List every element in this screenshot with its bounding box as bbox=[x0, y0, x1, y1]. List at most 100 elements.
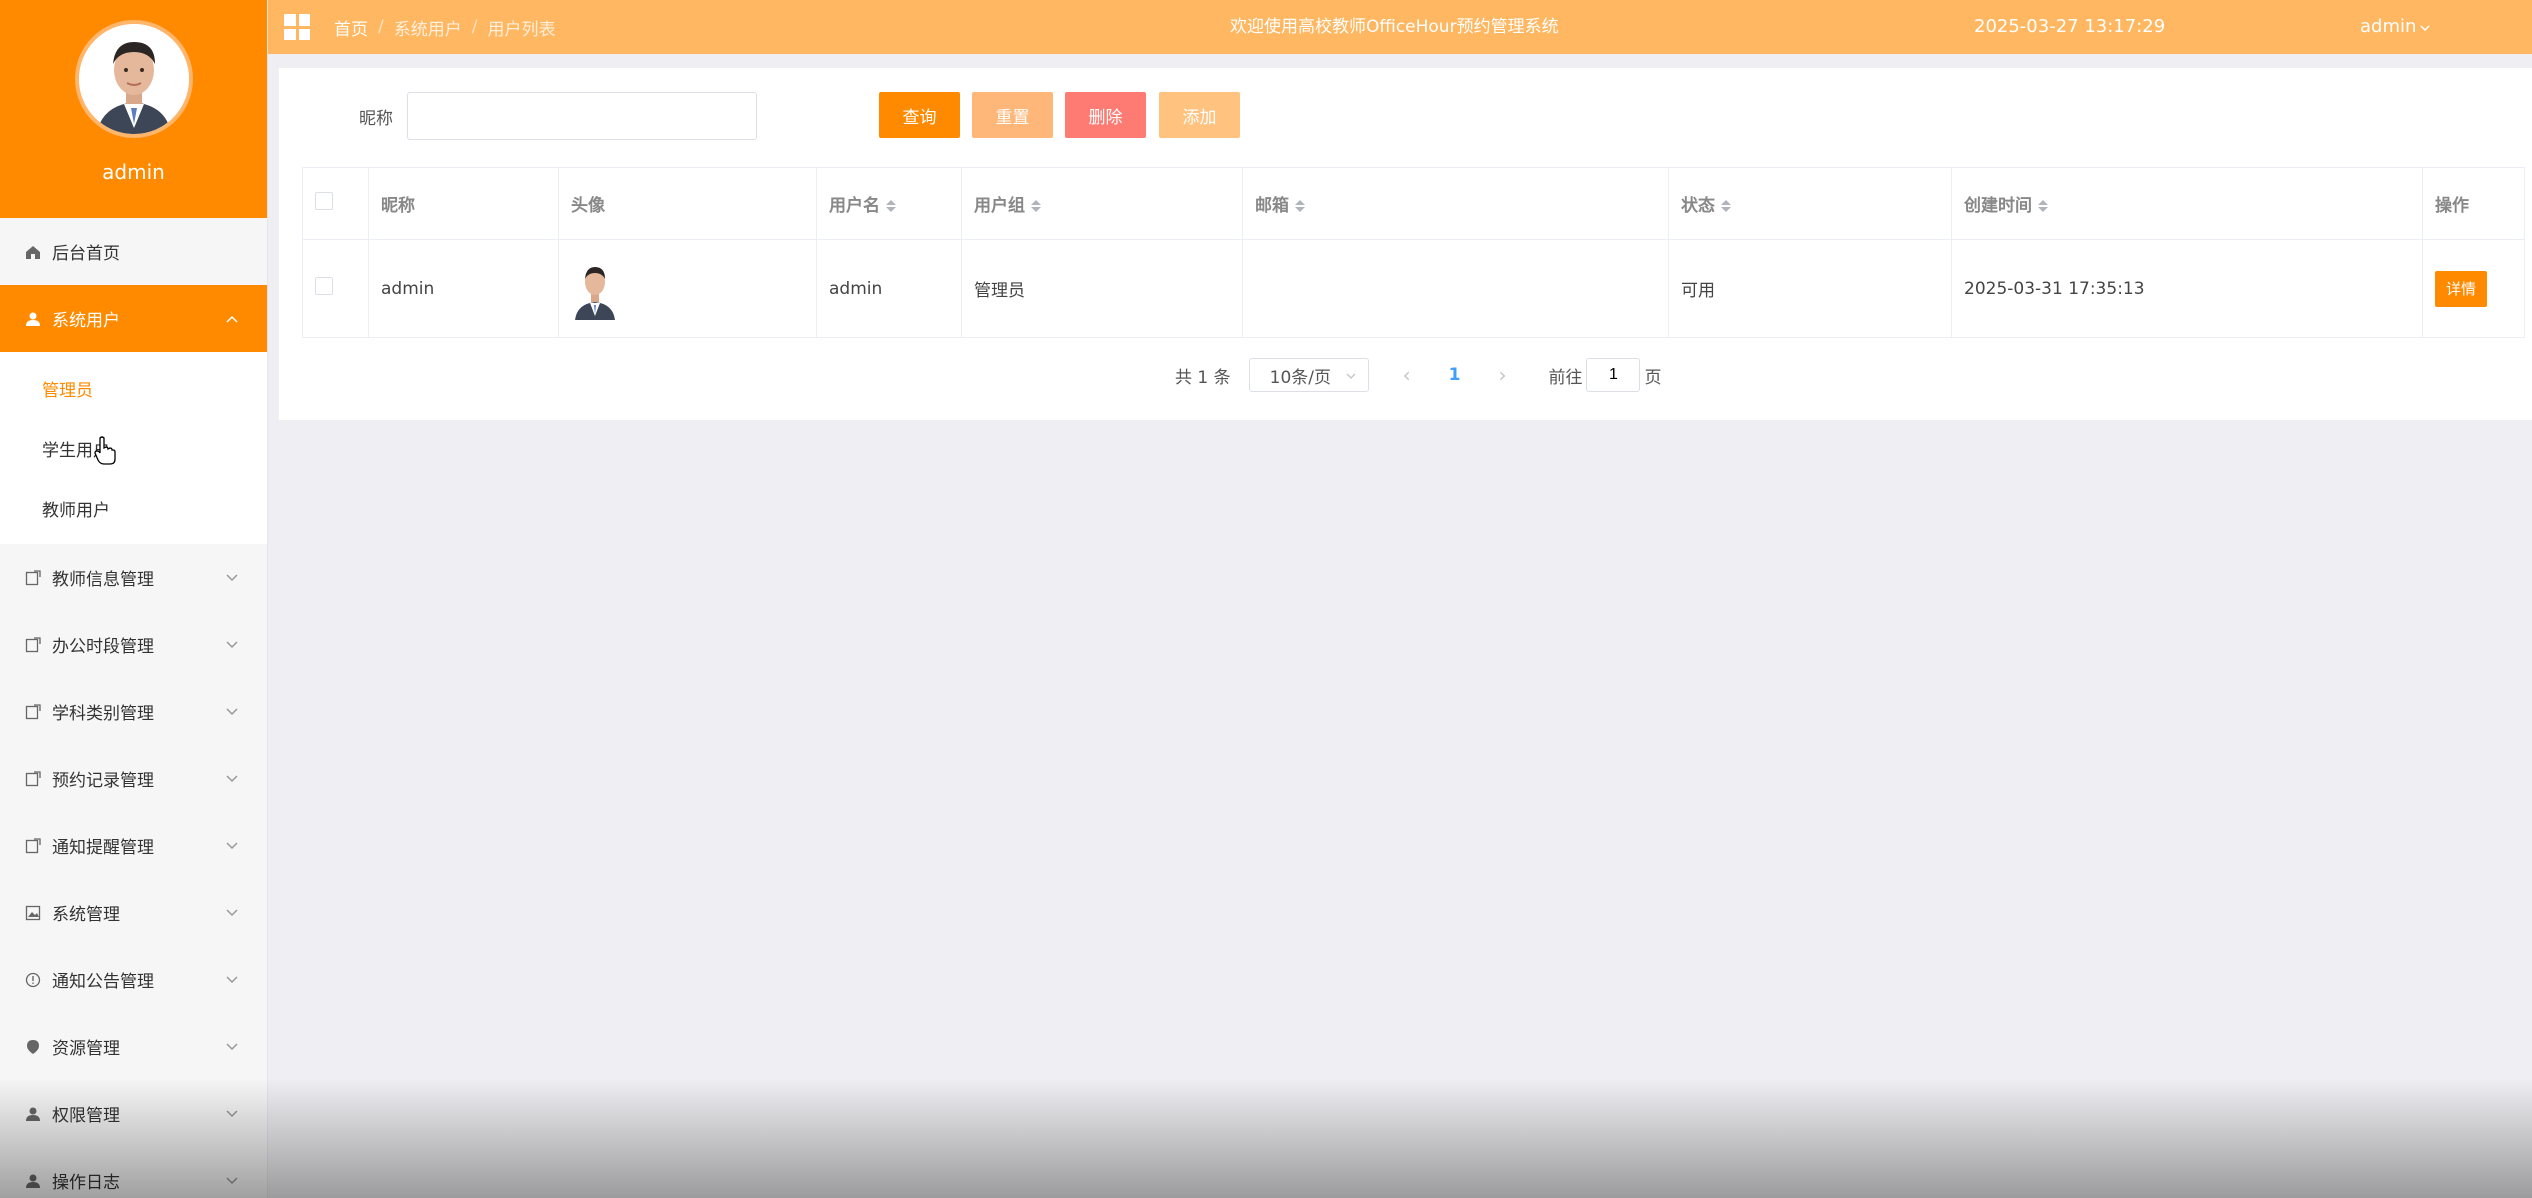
avatar[interactable] bbox=[74, 20, 193, 138]
user-icon bbox=[24, 1172, 42, 1190]
column-header-email[interactable]: 邮箱 bbox=[1242, 167, 1669, 240]
sidebar-item-label: 学科类别管理 bbox=[52, 704, 154, 724]
user-list-panel: 昵称 查询 重置 删除 添加 昵称 头像 用户名 用户组 邮箱 状态 创建时间 … bbox=[279, 68, 2532, 420]
top-header: 首页 / 系统用户 / 用户列表 欢迎使用高校教师OfficeHour预约管理系… bbox=[268, 0, 2532, 54]
pagination-total: 共 1 条 bbox=[1175, 367, 1231, 388]
sidebar-item-system-management[interactable]: 系统管理 bbox=[0, 879, 267, 946]
search-form: 昵称 bbox=[359, 92, 757, 140]
sidebar: admin 后台首页 系统用户 管理员 学生用户 教师用户 教师信息管理 办公时… bbox=[0, 0, 268, 1198]
home-icon bbox=[24, 243, 42, 261]
pagination: 共 1 条 10条/页 ‹ 1 › 前往 页 bbox=[1175, 358, 1661, 392]
detail-button[interactable]: 详情 bbox=[2435, 270, 2487, 307]
sidebar-subitem-students[interactable]: 学生用户 bbox=[0, 418, 267, 478]
select-all-checkbox[interactable] bbox=[315, 192, 333, 210]
sidebar-item-teacher-info[interactable]: 教师信息管理 bbox=[0, 544, 267, 611]
chevron-down-icon bbox=[223, 1172, 241, 1190]
next-page-icon[interactable]: › bbox=[1498, 363, 1506, 387]
chevron-down-icon bbox=[223, 569, 241, 587]
sidebar-item-reminders[interactable]: 通知提醒管理 bbox=[0, 812, 267, 879]
breadcrumb-separator: / bbox=[378, 17, 384, 37]
breadcrumb: 首页 / 系统用户 / 用户列表 bbox=[334, 15, 555, 40]
table-row[interactable]: admin admin 管理员 可用 2025-03-31 17:35:13 详… bbox=[302, 239, 2525, 338]
submenu-system-users: 管理员 学生用户 教师用户 bbox=[0, 352, 267, 544]
user-icon bbox=[24, 310, 42, 328]
user-profile: admin bbox=[0, 0, 267, 218]
sidebar-item-label: 教师信息管理 bbox=[52, 570, 154, 590]
column-header-actions: 操作 bbox=[2422, 167, 2525, 240]
sort-icon[interactable] bbox=[1721, 200, 1731, 212]
sidebar-item-appointments[interactable]: 预约记录管理 bbox=[0, 745, 267, 812]
sidebar-item-label: 资源管理 bbox=[52, 1039, 120, 1059]
sidebar-item-label: 后台首页 bbox=[52, 244, 120, 264]
profile-username: admin bbox=[102, 160, 165, 184]
sidebar-subitem-admin[interactable]: 管理员 bbox=[0, 358, 267, 418]
sidebar-item-label: 预约记录管理 bbox=[52, 771, 154, 791]
user-icon bbox=[24, 1105, 42, 1123]
column-header-created[interactable]: 创建时间 bbox=[1951, 167, 2423, 240]
sidebar-item-announcements[interactable]: 通知公告管理 bbox=[0, 946, 267, 1013]
breadcrumb-system-users[interactable]: 系统用户 bbox=[394, 15, 462, 40]
chevron-down-icon bbox=[223, 837, 241, 855]
document-icon bbox=[24, 703, 42, 721]
sort-icon[interactable] bbox=[886, 200, 896, 212]
column-header-status[interactable]: 状态 bbox=[1668, 167, 1952, 240]
bottom-shade-overlay bbox=[0, 1078, 2532, 1198]
user-dropdown-label: admin bbox=[2360, 16, 2417, 37]
sidebar-item-label: 系统管理 bbox=[52, 905, 120, 925]
document-icon bbox=[24, 569, 42, 587]
user-dropdown[interactable]: admin bbox=[2360, 0, 2430, 54]
document-icon bbox=[24, 770, 42, 788]
sidebar-item-system-users[interactable]: 系统用户 bbox=[0, 285, 267, 352]
info-icon bbox=[24, 971, 42, 989]
picture-icon bbox=[24, 904, 42, 922]
document-icon bbox=[24, 837, 42, 855]
query-button[interactable]: 查询 bbox=[879, 92, 960, 138]
chevron-down-icon bbox=[223, 971, 241, 989]
avatar-photo bbox=[78, 24, 189, 134]
breadcrumb-home[interactable]: 首页 bbox=[334, 15, 368, 40]
cell-status: 可用 bbox=[1668, 239, 1952, 338]
sidebar-item-office-hours[interactable]: 办公时段管理 bbox=[0, 611, 267, 678]
sidebar-item-label: 通知提醒管理 bbox=[52, 838, 154, 858]
sort-icon[interactable] bbox=[1295, 200, 1305, 212]
column-header-username[interactable]: 用户名 bbox=[816, 167, 962, 240]
row-avatar bbox=[571, 257, 619, 320]
sidebar-item-label: 操作日志 bbox=[52, 1173, 120, 1193]
column-header-group[interactable]: 用户组 bbox=[961, 167, 1243, 240]
select-all-cell bbox=[302, 167, 369, 240]
delete-button[interactable]: 删除 bbox=[1065, 92, 1146, 138]
column-header-nickname: 昵称 bbox=[368, 167, 559, 240]
page-size-select[interactable]: 10条/页 bbox=[1248, 358, 1369, 392]
row-select-cell bbox=[302, 239, 369, 338]
sidebar-item-resources[interactable]: 资源管理 bbox=[0, 1013, 267, 1080]
chevron-up-icon bbox=[223, 310, 241, 328]
reset-button[interactable]: 重置 bbox=[972, 92, 1053, 138]
cell-email bbox=[1242, 239, 1669, 338]
sidebar-subitem-teachers[interactable]: 教师用户 bbox=[0, 478, 267, 538]
row-checkbox[interactable] bbox=[315, 277, 333, 295]
page-number-current[interactable]: 1 bbox=[1449, 365, 1461, 385]
pin-icon bbox=[24, 1038, 42, 1056]
chevron-down-icon bbox=[223, 770, 241, 788]
goto-unit: 页 bbox=[1644, 367, 1662, 388]
cell-group: 管理员 bbox=[961, 239, 1243, 338]
mouse-pointer-icon bbox=[94, 436, 116, 470]
goto-page-input[interactable] bbox=[1586, 358, 1641, 392]
add-button[interactable]: 添加 bbox=[1159, 92, 1240, 138]
users-table: 昵称 头像 用户名 用户组 邮箱 状态 创建时间 操作 admin admin … bbox=[302, 167, 2525, 338]
sidebar-item-logs[interactable]: 操作日志 bbox=[0, 1147, 267, 1198]
sidebar-item-permissions[interactable]: 权限管理 bbox=[0, 1080, 267, 1147]
sort-icon[interactable] bbox=[2038, 200, 2048, 212]
prev-page-icon[interactable]: ‹ bbox=[1403, 363, 1411, 387]
chevron-down-icon bbox=[2420, 0, 2430, 54]
sidebar-item-subject-categories[interactable]: 学科类别管理 bbox=[0, 678, 267, 745]
menu-toggle-icon[interactable] bbox=[284, 14, 310, 40]
sidebar-item-label: 系统用户 bbox=[52, 311, 120, 331]
sort-icon[interactable] bbox=[1031, 200, 1041, 212]
sidebar-item-home[interactable]: 后台首页 bbox=[0, 218, 267, 285]
column-header-avatar: 头像 bbox=[558, 167, 817, 240]
nickname-input[interactable] bbox=[407, 92, 757, 140]
sidebar-item-label: 办公时段管理 bbox=[52, 637, 154, 657]
chevron-down-icon bbox=[223, 1038, 241, 1056]
nickname-label: 昵称 bbox=[359, 108, 393, 129]
